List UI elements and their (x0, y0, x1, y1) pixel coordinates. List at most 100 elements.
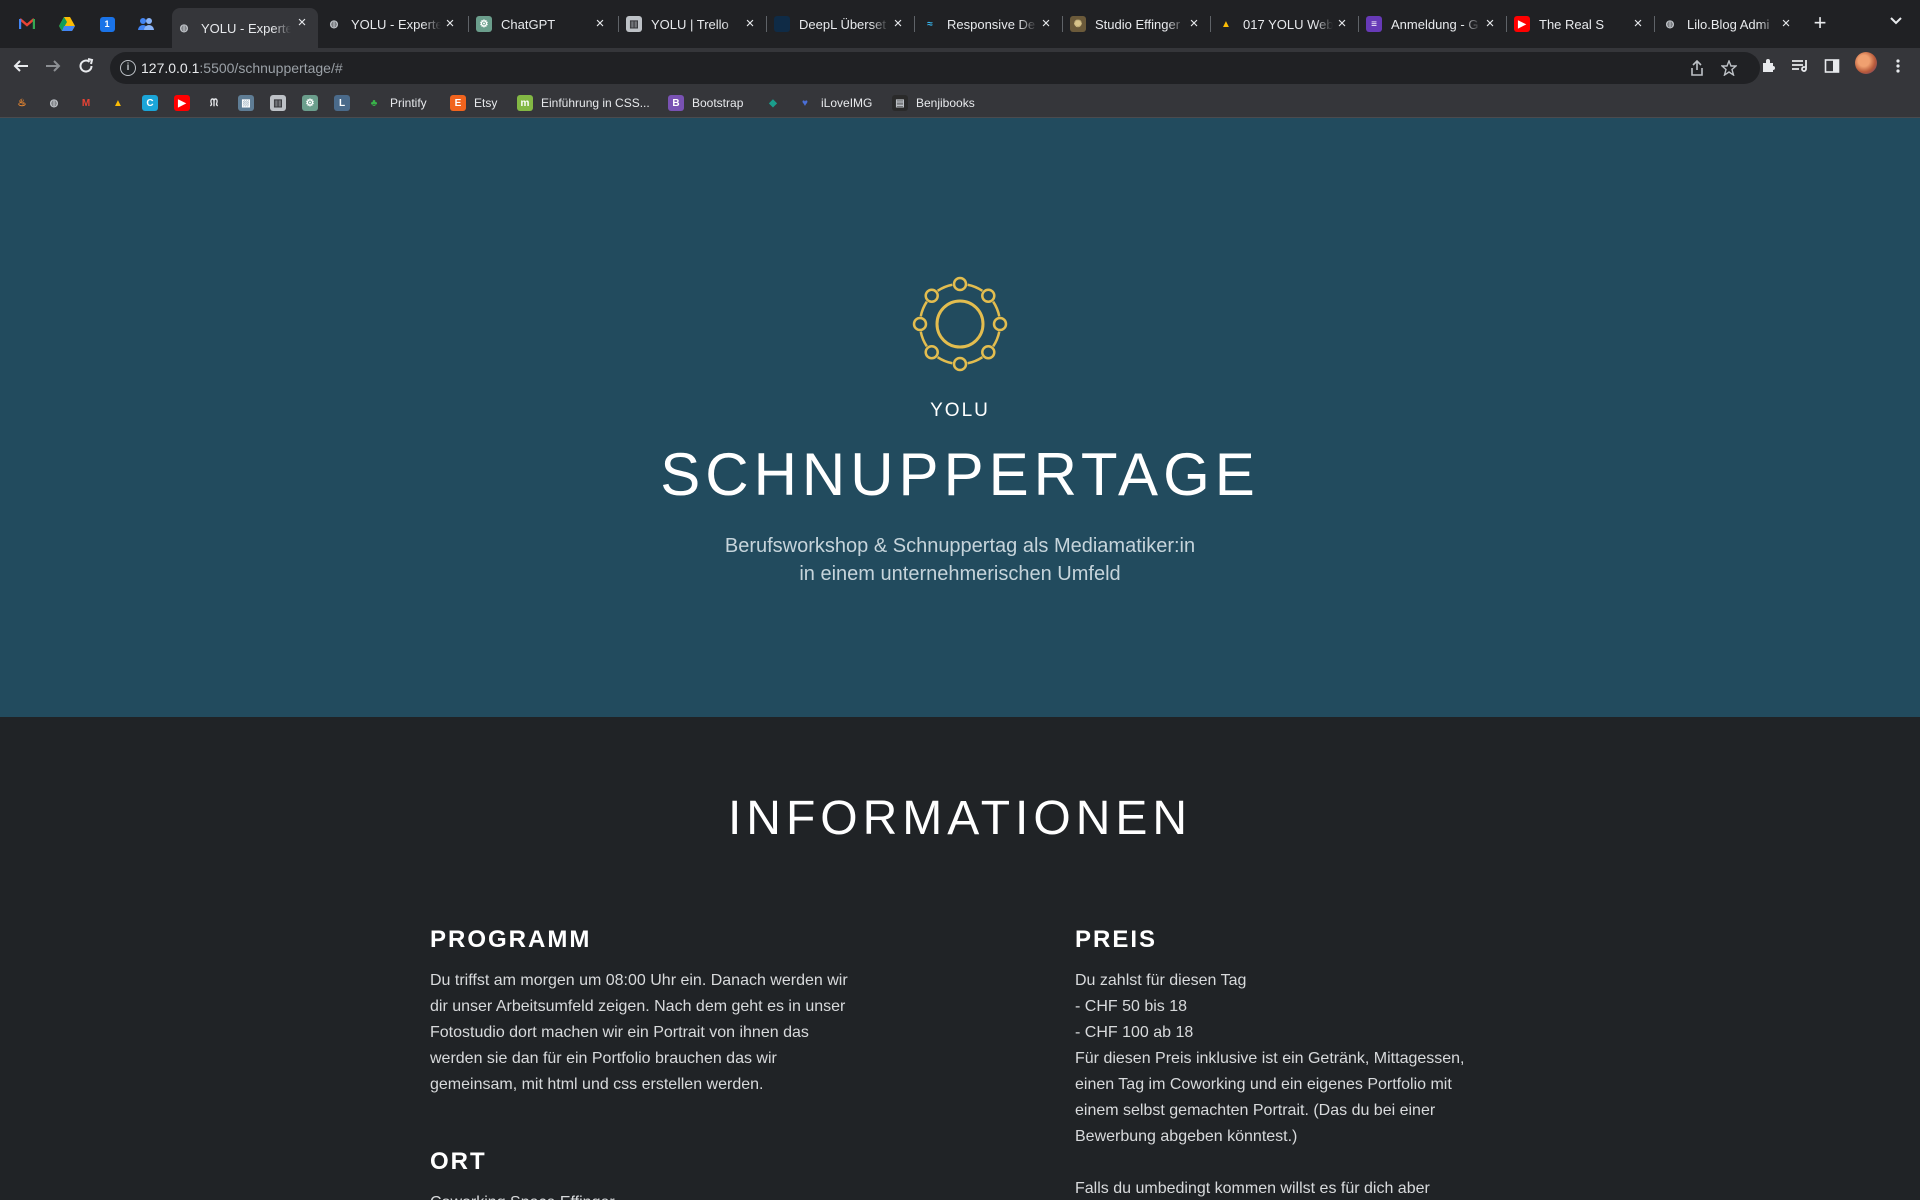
logo-node (981, 288, 996, 303)
bookmark-item[interactable]: ▤ Benjibooks (892, 94, 975, 112)
preis-block: PREIS Du zahlst für diesen Tag - CHF 50 … (1075, 926, 1495, 1200)
globe-icon: ◍ (49, 97, 59, 109)
page-title: SCHNUPPERTAGE (660, 441, 1260, 508)
programm-block: PROGRAMM Du triffst am morgen um 08:00 U… (430, 926, 850, 1098)
bookmark-star-icon[interactable] (1720, 59, 1738, 78)
ort-title: ORT (430, 1148, 487, 1175)
pinned-tab-gmail[interactable] (17, 14, 37, 34)
logo-arc (919, 331, 928, 348)
browser-tab-title: Responsive De (947, 16, 1036, 32)
hero-subtitle: Berufsworkshop & Schnuppertag als Mediam… (0, 532, 1920, 588)
youtube-icon: ▶ (1514, 16, 1530, 32)
bookmark-item[interactable]: ♨ (14, 94, 30, 112)
calendar-icon: 1 (99, 16, 115, 32)
close-tab-icon[interactable]: × (592, 16, 608, 32)
bookmark-item[interactable]: ⚙ (302, 94, 318, 112)
flame-icon: ♨ (17, 97, 27, 109)
gmail-icon (19, 18, 35, 29)
browser-tab[interactable]: ◍ YOLU - Experte × (172, 8, 318, 48)
browser-tab-title: Anmeldung - G (1391, 16, 1479, 32)
reload-button[interactable] (74, 56, 98, 80)
bookmark-item[interactable]: C (142, 94, 158, 112)
bookmark-item[interactable]: E Etsy (450, 94, 497, 112)
drive-icon: ▲ (1221, 18, 1231, 30)
trello-icon: ▥ (626, 16, 642, 32)
close-tab-icon[interactable]: × (742, 16, 758, 32)
bookmark-item[interactable]: ᙏ (206, 94, 222, 112)
information-section: INFORMATIONEN PROGRAMM Du triffst am mor… (0, 717, 1920, 1200)
bookmark-item[interactable]: ▥ (270, 94, 286, 112)
address-bar[interactable]: i 127.0.0.1:5500/schnuppertage/# (110, 52, 1760, 84)
bookmark-item[interactable]: ♣ Printify (366, 94, 427, 112)
studio-icon: ✺ (1070, 16, 1086, 32)
browser-tab[interactable]: ◍ Lilo.Blog Admi × (1656, 9, 1802, 39)
browser-tab-title: The Real S (1539, 16, 1605, 32)
bookmark-item[interactable]: ◆ (765, 94, 781, 112)
close-tab-icon[interactable]: × (890, 16, 906, 32)
ort-text: Coworking Space Effinger (430, 1190, 850, 1200)
bookmark-item[interactable]: B Bootstrap (668, 94, 743, 112)
logo-node (992, 316, 1008, 332)
browser-tab-title: DeepL Überset (799, 16, 886, 32)
deepl-icon (774, 16, 790, 32)
browser-tab[interactable]: ▲ 017 YOLU Web × (1212, 9, 1358, 39)
browser-tab[interactable]: ≈ Responsive De × (916, 9, 1062, 39)
browser-tab[interactable]: ▶ The Real S × (1508, 9, 1654, 39)
back-button[interactable] (9, 56, 33, 80)
close-tab-icon[interactable]: × (1778, 16, 1794, 32)
site-info-icon[interactable]: i (120, 60, 136, 76)
hero-subtitle-line-1: Berufsworkshop & Schnuppertag als Mediam… (724, 535, 1196, 557)
close-tab-icon[interactable]: × (442, 16, 458, 32)
more-menu-icon[interactable] (1888, 58, 1908, 78)
extensions-icon[interactable] (1758, 58, 1778, 78)
close-tab-icon[interactable]: × (294, 15, 310, 31)
logo-node (981, 345, 996, 360)
forms-icon: ≡ (1366, 16, 1382, 32)
share-icon[interactable] (1688, 59, 1706, 78)
new-tab-button[interactable]: + (1808, 12, 1832, 36)
close-tab-icon[interactable]: × (1630, 16, 1646, 32)
close-tab-icon[interactable]: × (1334, 16, 1350, 32)
browser-tab[interactable]: ✺ Studio Effinger × (1064, 9, 1210, 39)
bookmark-item[interactable]: ▨ (238, 94, 254, 112)
browser-tab[interactable]: DeepL Überset × (768, 9, 914, 39)
logo-node (952, 276, 968, 292)
logo-node (912, 316, 928, 332)
tab-separator (1210, 16, 1211, 32)
tab-strip: 1 ◍ YOLU - Experte × ◍ YOLU - Experte × ⚙ ChatG… (0, 0, 1920, 48)
bookmark-item[interactable]: M (78, 94, 94, 112)
brand-name: YOLU (930, 400, 990, 421)
close-tab-icon[interactable]: × (1482, 16, 1498, 32)
browser-tab-title: YOLU - Experte (201, 20, 291, 36)
bookmark-item[interactable]: m Einführung in CSS... (517, 94, 650, 112)
information-heading: INFORMATIONEN (727, 792, 1193, 845)
close-tab-icon[interactable]: × (1038, 16, 1054, 32)
profile-avatar[interactable] (1855, 52, 1877, 74)
pinned-tab-contacts[interactable] (136, 14, 156, 34)
bookmark-item[interactable]: L (334, 94, 350, 112)
bookmark-label: Printify (390, 96, 427, 110)
tab-search-button[interactable] (1886, 14, 1906, 34)
logo-arc (992, 300, 1001, 317)
bookmark-item[interactable]: ▲ (110, 94, 126, 112)
side-panel-icon[interactable] (1822, 58, 1842, 78)
bookmark-item[interactable]: ◍ (46, 94, 62, 112)
url-text[interactable]: 127.0.0.1:5500/schnuppertage/# (141, 60, 343, 76)
browser-tab[interactable]: ▥ YOLU | Trello × (620, 9, 766, 39)
forward-button[interactable] (41, 56, 65, 80)
canva-icon: C (142, 95, 158, 111)
media-control-icon[interactable] (1790, 58, 1810, 78)
ort-block: ORT Coworking Space Effinger (430, 1148, 850, 1200)
logo-arc (967, 283, 984, 292)
browser-tab[interactable]: ⚙ ChatGPT × (470, 9, 616, 39)
browser-tab[interactable]: ◍ YOLU - Experte × (320, 9, 466, 39)
browser-tab[interactable]: ≡ Anmeldung - G × (1360, 9, 1506, 39)
bookmark-item[interactable]: ▶ (174, 94, 190, 112)
tab-separator (1358, 16, 1359, 32)
bookmark-item[interactable]: ♥ iLoveIMG (797, 94, 872, 112)
pinned-tab-drive[interactable] (57, 14, 77, 34)
programm-text: Du triffst am morgen um 08:00 Uhr ein. D… (430, 972, 848, 1093)
pinned-tab-calendar[interactable]: 1 (97, 14, 117, 34)
close-tab-icon[interactable]: × (1186, 16, 1202, 32)
web-page: YOLU SCHNUPPERTAGE Berufsworkshop & Schn… (0, 118, 1920, 1200)
